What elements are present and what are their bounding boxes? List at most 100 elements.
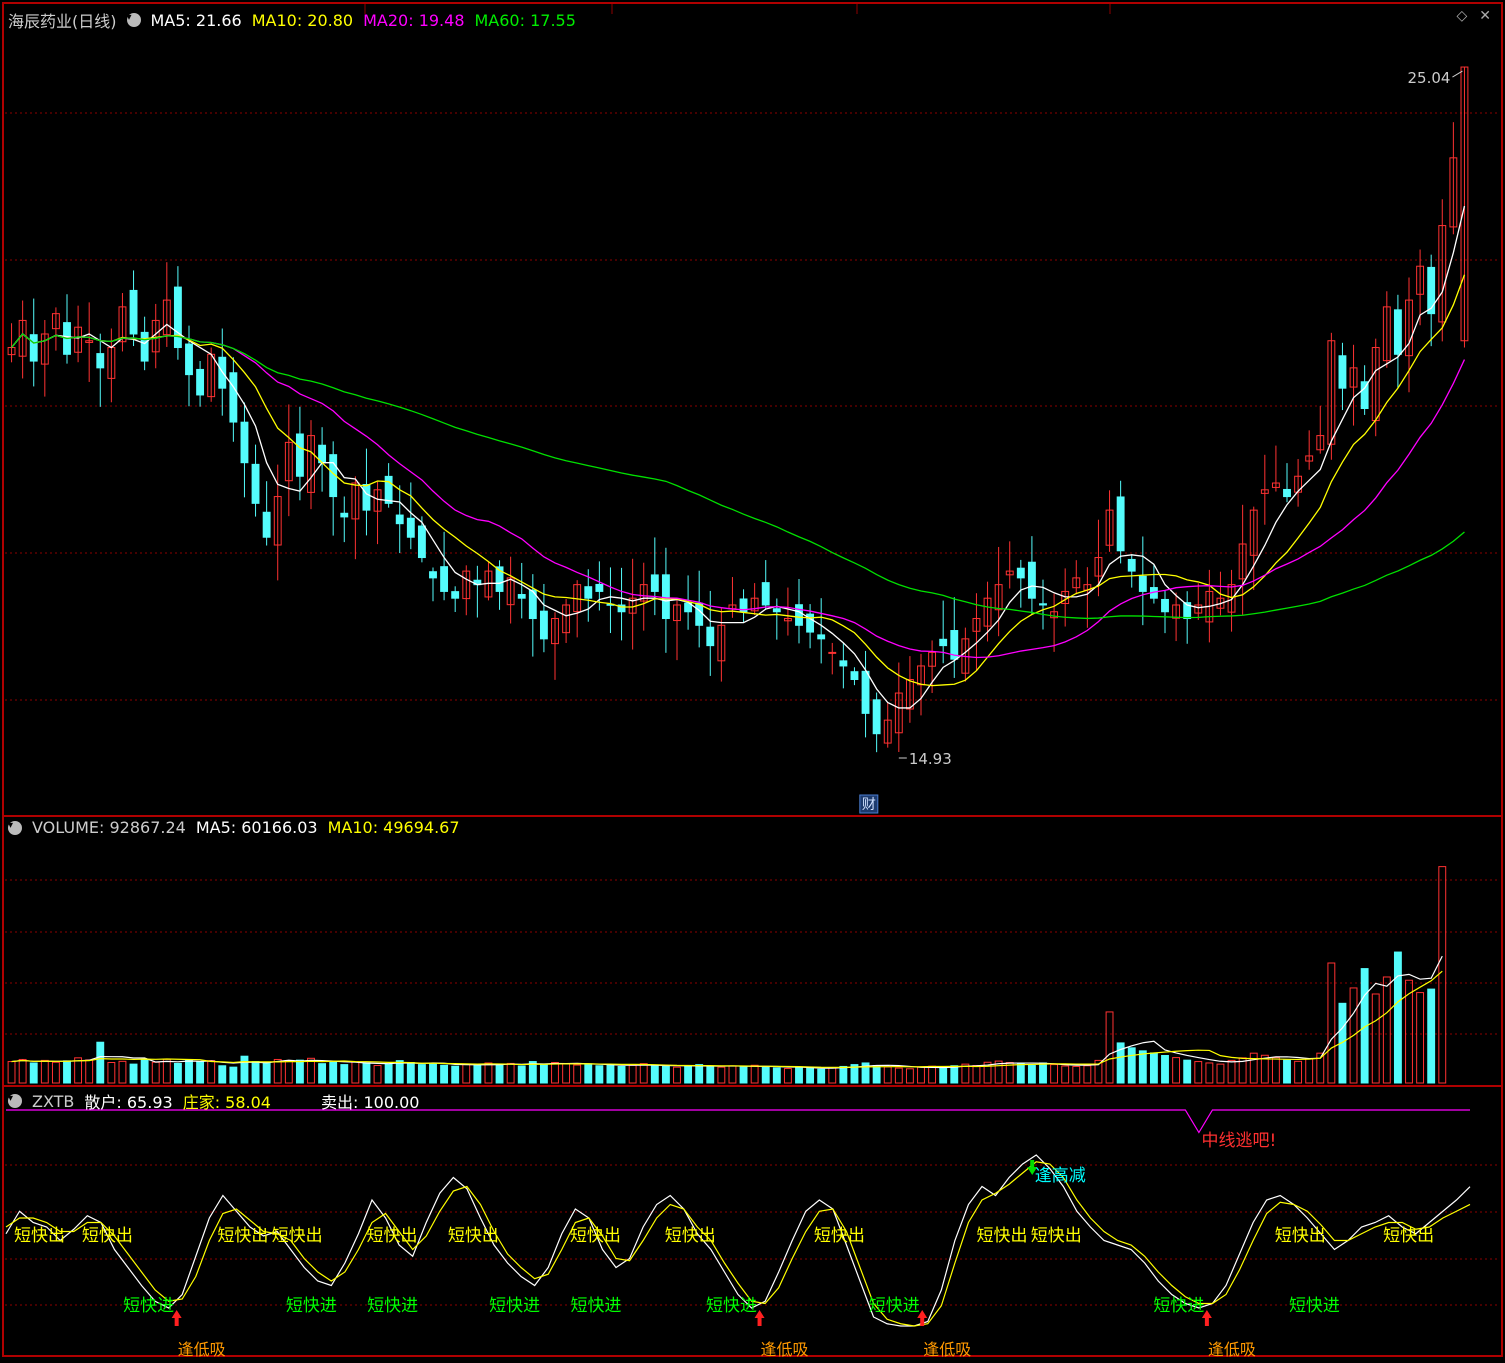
- volume-bar: [828, 1067, 837, 1084]
- volume-bar: [329, 1061, 338, 1084]
- volume-bar: [1183, 1059, 1192, 1084]
- volume-bars[interactable]: [7, 866, 1447, 1084]
- volume-bar: [1050, 1064, 1059, 1084]
- price-candles[interactable]: [7, 66, 1469, 753]
- ma5-value: MA5: 21.66: [150, 10, 242, 30]
- volume-bar: [1138, 1050, 1147, 1084]
- volume-bar: [739, 1066, 748, 1084]
- volume-bar: [318, 1063, 327, 1084]
- volume-bar: [162, 1058, 171, 1084]
- volume-bar: [1172, 1057, 1181, 1084]
- volume-bar: [462, 1063, 471, 1084]
- sell-short-label: 短快出: [1031, 1226, 1082, 1246]
- stock-title[interactable]: 海辰药业(日线): [8, 8, 117, 32]
- candle-body: [1427, 266, 1436, 315]
- volume-bar: [806, 1067, 815, 1084]
- volume-bar: [551, 1061, 559, 1084]
- candle-body: [251, 463, 260, 504]
- volume-bar: [229, 1066, 238, 1084]
- volume-bar: [517, 1065, 526, 1084]
- volume-bar: [1149, 1052, 1158, 1084]
- candle-body: [1338, 355, 1347, 389]
- candle-body: [173, 286, 182, 349]
- volume-bar: [173, 1062, 182, 1084]
- indicator-gear-icon[interactable]: ▾: [8, 1094, 22, 1108]
- volume-gear-icon[interactable]: ▾: [8, 820, 22, 835]
- volume-bar: [196, 1061, 205, 1084]
- settings-gear-icon[interactable]: ▾: [126, 13, 141, 27]
- volume-bar: [362, 1062, 371, 1084]
- indicator-header: ▾ ZXTB 散户: 65.93 庄家: 58.04 卖出: 100.00: [8, 1089, 419, 1113]
- volume-bar: [373, 1065, 382, 1084]
- volume-bar: [1427, 988, 1436, 1084]
- volume-bar: [1127, 1047, 1136, 1084]
- candle-body: [517, 594, 526, 599]
- buy-short-label: 短快进: [706, 1296, 757, 1316]
- volume-bar: [883, 1066, 892, 1084]
- volume-bar: [1393, 951, 1402, 1084]
- volume-bar: [7, 1061, 16, 1084]
- candle-body: [417, 525, 426, 559]
- dealer-value: 庄家: 58.04: [182, 1093, 271, 1112]
- candle-body: [850, 671, 859, 681]
- volume-bar: [539, 1063, 548, 1084]
- buy-short-label: 短快进: [1153, 1296, 1204, 1316]
- candle-body: [817, 634, 826, 640]
- candle-body: [429, 571, 437, 579]
- diamond-icon[interactable]: ◇: [1456, 8, 1467, 24]
- sell-short-label: 短快出: [814, 1226, 865, 1246]
- volume-bar: [118, 1060, 127, 1084]
- buy-low-label: 逢低吸: [761, 1340, 809, 1359]
- volume-bar: [795, 1066, 803, 1084]
- volume-bar: [51, 1061, 60, 1084]
- volume-bar: [18, 1058, 27, 1084]
- volume-bar: [628, 1064, 637, 1084]
- volume-ma5-value: MA5: 60166.03: [195, 818, 318, 837]
- close-icon[interactable]: ✕: [1479, 8, 1491, 24]
- volume-bar: [817, 1068, 826, 1084]
- volume-bar: [606, 1064, 615, 1084]
- ma10-value: MA10: 20.80: [251, 10, 354, 30]
- outer-frame: [2, 2, 1503, 1357]
- volume-bar: [484, 1062, 493, 1084]
- volume-bar: [495, 1064, 504, 1084]
- volume-bar: [451, 1065, 460, 1084]
- buy-short-label: 短快进: [123, 1296, 174, 1316]
- buy-short-label: 短快进: [869, 1296, 920, 1316]
- sell-short-label: 短快出: [272, 1226, 323, 1246]
- sell-short-label: 短快出: [448, 1226, 499, 1246]
- indicator-name: ZXTB: [32, 1091, 75, 1111]
- candle-body: [29, 334, 38, 362]
- volume-bar: [772, 1067, 781, 1084]
- volume-bar: [617, 1065, 626, 1084]
- volume-bar: [894, 1067, 903, 1084]
- candle-body: [196, 368, 205, 396]
- candle-body: [872, 699, 881, 735]
- volume-bar: [673, 1066, 681, 1084]
- volume-bar: [240, 1055, 249, 1084]
- buy-low-label: 逢低吸: [178, 1340, 226, 1359]
- chart-stage: 25.04 14.93 财 短快出 短快出 短快出 短快出 短快出 短快出 短快出 短快出 短快出短…: [0, 0, 1505, 1359]
- volume-bar: [1194, 1061, 1203, 1084]
- volume-bar: [1371, 993, 1380, 1084]
- buy-short-label: 短快进: [367, 1296, 418, 1316]
- volume-bar: [207, 1060, 216, 1084]
- volume-bar: [29, 1062, 38, 1084]
- volume-bar: [562, 1063, 571, 1084]
- zxtb-indicator: 短快出 短快出 短快出 短快出 短快出 短快出 短快出 短快出 短快出 短快出 短快出 短快出 短快出短…: [5, 1109, 1471, 1359]
- volume-bar: [1249, 1052, 1258, 1084]
- ma10-line: [11, 274, 1466, 687]
- volume-bar: [1039, 1062, 1047, 1084]
- sell-short-label: 短快出: [665, 1226, 716, 1246]
- volume-bar: [140, 1059, 149, 1084]
- volume-bar: [251, 1061, 260, 1084]
- sell-short-label: 短快出: [1383, 1226, 1434, 1246]
- volume-bar: [395, 1060, 404, 1084]
- volume-bar: [839, 1065, 848, 1084]
- volume-bar: [473, 1064, 482, 1084]
- volume-bar: [351, 1061, 360, 1084]
- candle-body: [440, 566, 449, 592]
- volume-bar: [761, 1065, 770, 1084]
- candle-body: [395, 514, 404, 525]
- sell-short-label: 短快出: [217, 1226, 268, 1246]
